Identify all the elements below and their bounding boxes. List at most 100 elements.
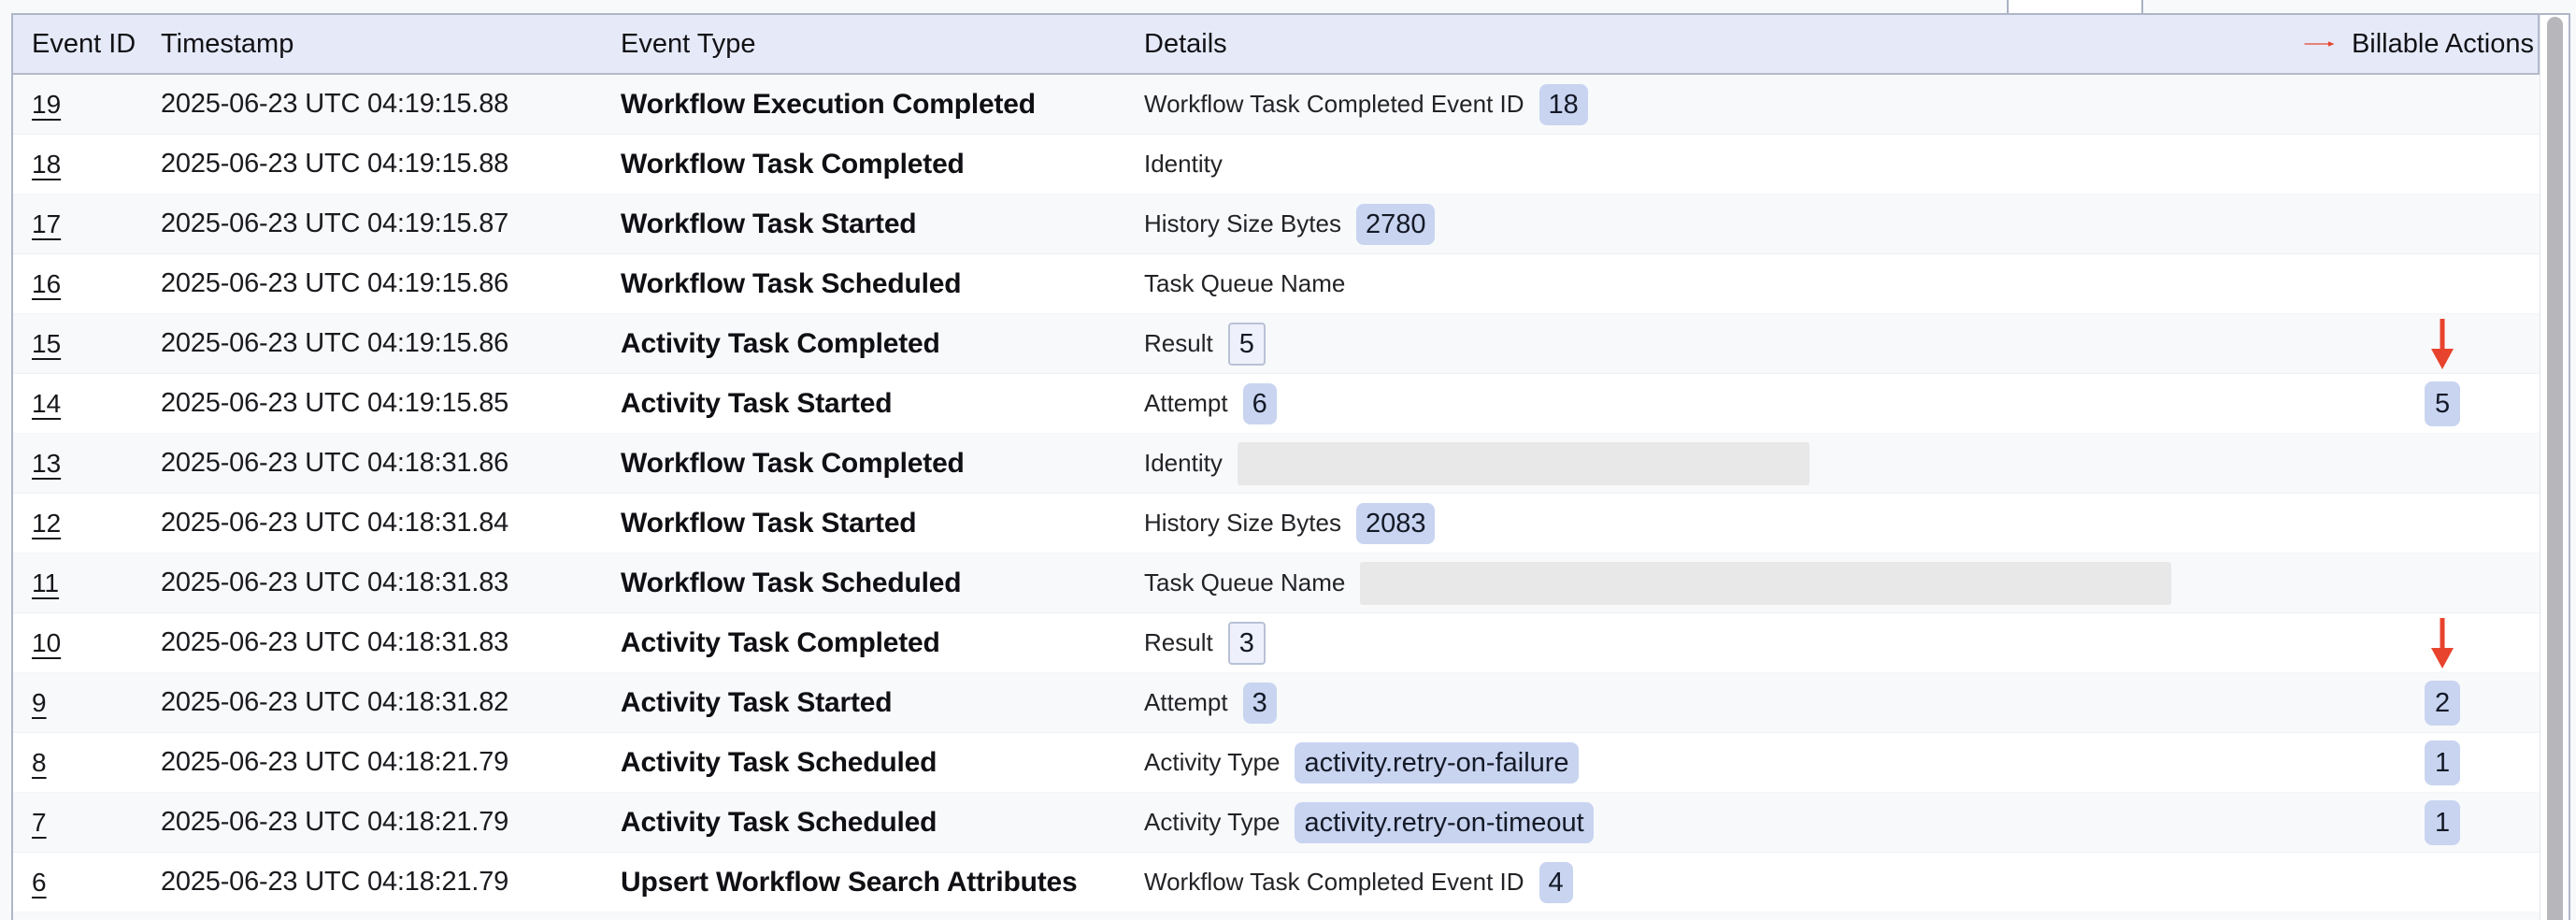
event-id-link[interactable]: 8: [32, 748, 47, 777]
red-arrow-right-icon: [2304, 32, 2335, 56]
details-cell: Result 5: [1144, 323, 2306, 366]
detail-value-badge: 2083: [1356, 503, 1436, 544]
event-id-link[interactable]: 9: [32, 688, 47, 717]
table-row[interactable]: 18 2025-06-23 UTC 04:19:15.88 Workflow T…: [13, 135, 2540, 194]
detail-value-badge: 3: [1228, 622, 1266, 665]
table-row[interactable]: 16 2025-06-23 UTC 04:19:15.86 Workflow T…: [13, 254, 2540, 314]
event-id-link[interactable]: 12: [32, 509, 61, 538]
event-type-cell: Workflow Task Scheduled: [621, 568, 1144, 599]
detail-value-badge: 2780: [1356, 204, 1436, 245]
details-cell: History Size Bytes 2083: [1144, 503, 2306, 544]
event-id-cell: 9: [32, 688, 161, 718]
details-cell: Activity Type activity.retry-on-failure: [1144, 742, 2306, 783]
billable-actions-cell: [2306, 135, 2540, 194]
redacted-value-block: [1238, 442, 1810, 485]
event-type-cell: Activity Task Scheduled: [621, 807, 1144, 839]
billable-actions-cell: [2306, 75, 2540, 134]
header-timestamp: Timestamp: [161, 29, 621, 60]
event-id-link[interactable]: 16: [32, 269, 61, 298]
scrollbar-track[interactable]: [2540, 15, 2569, 920]
event-type-cell: Workflow Task Scheduled: [621, 268, 1144, 300]
billable-actions-cell: [2306, 494, 2540, 553]
table-row[interactable]: 13 2025-06-23 UTC 04:18:31.86 Workflow T…: [13, 434, 2540, 494]
billable-actions-cell: [2306, 434, 2540, 493]
detail-label: History Size Bytes: [1144, 209, 1341, 238]
red-arrow-down-icon: [2428, 317, 2456, 371]
detail-label: Workflow Task Completed Event ID: [1144, 90, 1524, 119]
event-history-table: Event ID Timestamp Event Type Details Bi…: [11, 13, 2570, 920]
event-type-cell: Activity Task Scheduled: [621, 747, 1144, 779]
event-type-cell: Upsert Workflow Search Attributes: [621, 867, 1144, 898]
detail-label: Task Queue Name: [1144, 269, 1345, 298]
billable-actions-badge: 2: [2425, 681, 2460, 726]
table-row[interactable]: 15 2025-06-23 UTC 04:19:15.86 Activity T…: [13, 314, 2540, 374]
timestamp-cell: 2025-06-23 UTC 04:18:21.79: [161, 807, 621, 838]
event-type-cell: Workflow Execution Completed: [621, 89, 1144, 121]
billable-actions-cell: [2306, 194, 2540, 253]
detail-value-badge: 4: [1539, 862, 1573, 903]
table-row[interactable]: 7 2025-06-23 UTC 04:18:21.79 Activity Ta…: [13, 793, 2540, 853]
event-id-cell: 10: [32, 628, 161, 658]
details-cell: Attempt 3: [1144, 683, 2306, 724]
scrollbar-thumb[interactable]: [2547, 17, 2563, 920]
table-row[interactable]: 8 2025-06-23 UTC 04:18:21.79 Activity Ta…: [13, 733, 2540, 793]
billable-actions-badge: 1: [2425, 740, 2460, 785]
event-id-link[interactable]: 17: [32, 209, 61, 238]
timestamp-cell: 2025-06-23 UTC 04:18:31.82: [161, 687, 621, 718]
table-row[interactable]: 14 2025-06-23 UTC 04:19:15.85 Activity T…: [13, 374, 2540, 434]
table-row[interactable]: 12 2025-06-23 UTC 04:18:31.84 Workflow T…: [13, 494, 2540, 553]
details-cell: Identity: [1144, 442, 2306, 485]
timestamp-cell: 2025-06-23 UTC 04:18:31.86: [161, 448, 621, 479]
event-id-link[interactable]: 6: [32, 868, 47, 897]
details-cell: Task Queue Name: [1144, 562, 2306, 605]
detail-value-badge: 6: [1243, 383, 1277, 424]
detail-value-badge: 18: [1539, 84, 1588, 125]
header-event-id: Event ID: [32, 29, 161, 60]
toolbar-button-sliver[interactable]: [2007, 0, 2143, 13]
event-type-cell: Activity Task Started: [621, 388, 1144, 420]
table-row[interactable]: 9 2025-06-23 UTC 04:18:31.82 Activity Ta…: [13, 673, 2540, 733]
table-row[interactable]: 11 2025-06-23 UTC 04:18:31.83 Workflow T…: [13, 553, 2540, 613]
header-details: Details: [1144, 29, 2304, 60]
billable-actions-cell: [2306, 314, 2540, 373]
event-id-link[interactable]: 19: [32, 90, 61, 119]
table-row[interactable]: 6 2025-06-23 UTC 04:18:21.79 Upsert Work…: [13, 853, 2540, 913]
redacted-value-block: [1360, 562, 2171, 605]
event-type-cell: Activity Task Completed: [621, 328, 1144, 360]
details-cell: Result 3: [1144, 622, 2306, 665]
detail-label: Workflow Task Completed Event ID: [1144, 868, 1524, 897]
details-cell: Attempt 6: [1144, 383, 2306, 424]
event-id-link[interactable]: 14: [32, 389, 61, 418]
table-row[interactable]: 10 2025-06-23 UTC 04:18:31.83 Activity T…: [13, 613, 2540, 673]
red-arrow-down-icon: [2428, 616, 2456, 670]
billable-actions-cell: 2: [2306, 673, 2540, 732]
event-type-cell: Activity Task Started: [621, 687, 1144, 719]
event-id-link[interactable]: 18: [32, 150, 61, 179]
table-row[interactable]: 19 2025-06-23 UTC 04:19:15.88 Workflow E…: [13, 75, 2540, 135]
billable-actions-badge: 1: [2425, 800, 2460, 845]
timestamp-cell: 2025-06-23 UTC 04:19:15.86: [161, 268, 621, 299]
event-type-cell: Activity Task Completed: [621, 627, 1144, 659]
detail-label: Identity: [1144, 150, 1223, 179]
event-type-cell: Workflow Task Started: [621, 508, 1144, 539]
detail-label: History Size Bytes: [1144, 509, 1341, 538]
detail-value-badge: 3: [1243, 683, 1277, 724]
detail-label: Result: [1144, 329, 1213, 358]
event-id-cell: 6: [32, 868, 161, 898]
event-id-link[interactable]: 10: [32, 628, 61, 657]
event-id-link[interactable]: 13: [32, 449, 61, 478]
detail-label: Identity: [1144, 449, 1223, 478]
event-id-cell: 14: [32, 389, 161, 419]
timestamp-cell: 2025-06-23 UTC 04:18:21.79: [161, 747, 621, 778]
event-id-cell: 8: [32, 748, 161, 778]
timestamp-cell: 2025-06-23 UTC 04:18:31.83: [161, 568, 621, 598]
table-row[interactable]: 17 2025-06-23 UTC 04:19:15.87 Workflow T…: [13, 194, 2540, 254]
details-cell: Workflow Task Completed Event ID 4: [1144, 862, 2306, 903]
billable-actions-cell: [2306, 553, 2540, 612]
details-cell: Activity Type activity.retry-on-timeout: [1144, 802, 2306, 843]
detail-value-badge: 5: [1228, 323, 1266, 366]
header-billable-actions: Billable Actions: [2304, 29, 2538, 60]
event-id-link[interactable]: 7: [32, 808, 47, 837]
event-id-link[interactable]: 11: [32, 568, 59, 597]
event-id-link[interactable]: 15: [32, 329, 61, 358]
